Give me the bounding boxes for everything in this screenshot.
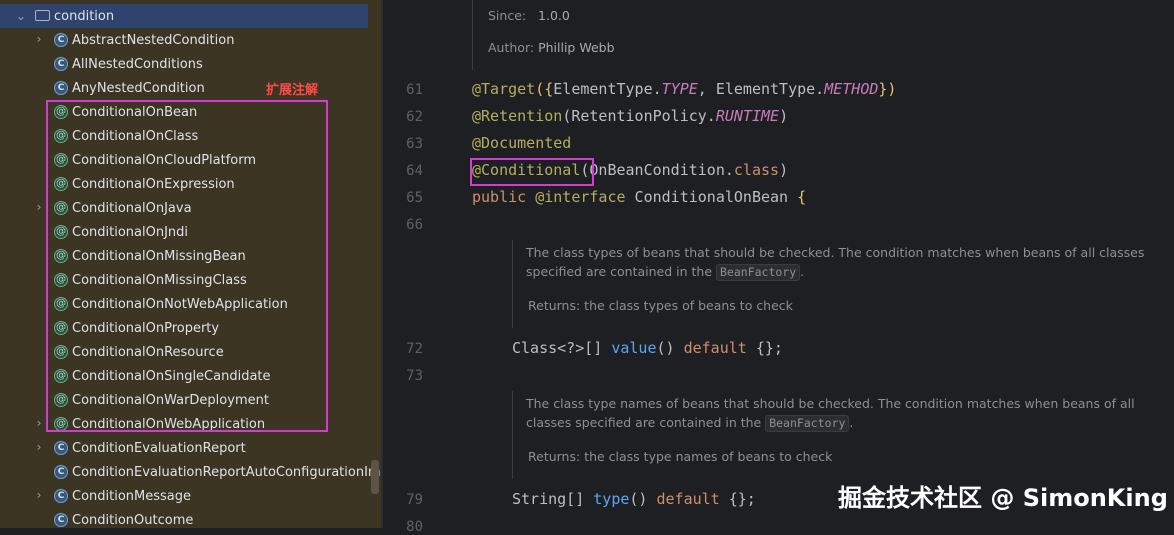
tree-folder-condition[interactable]: ⌄ condition [0, 4, 368, 28]
watermark: 掘金技术社区 @ SimonKing [838, 484, 1168, 512]
tree-item-label: ConditionEvaluationReportAutoConfigurati… [72, 464, 381, 480]
doc-value-returns: Returns: the class types of beans to che… [528, 298, 793, 313]
line-number: 64 [406, 163, 423, 179]
doc-author: Author: Phillip Webb [488, 40, 615, 55]
tree-item-label: AllNestedConditions [72, 56, 203, 72]
line-number: 80 [406, 519, 423, 535]
tree-item[interactable]: C ConditionOutcome [0, 508, 370, 528]
line-number: 66 [406, 217, 423, 233]
beanfactory-link[interactable]: BeanFactory [716, 264, 801, 281]
tree-item-label: ConditionOutcome [72, 512, 194, 528]
line-number: 61 [406, 82, 423, 98]
tree-item-label: ConditionMessage [72, 488, 192, 504]
doc-value-line1: The class types of beans that should be … [526, 245, 1145, 260]
chevron-right-icon[interactable]: › [34, 201, 44, 213]
chevron-right-icon[interactable]: › [34, 489, 44, 501]
folder-icon [35, 10, 50, 21]
annotation-highlight-box [46, 100, 328, 432]
doc-block-header [472, 0, 473, 70]
tree-item[interactable]: C AllNestedConditions [0, 52, 370, 76]
code-editor[interactable]: Since: 1.0.0 Author: Phillip Webb 61 62 … [383, 0, 1174, 535]
class-icon: C [54, 57, 68, 71]
line-number: 72 [406, 341, 423, 357]
tree-item[interactable]: › C AbstractNestedCondition [0, 28, 370, 52]
line-number: 65 [406, 190, 423, 206]
code-line-63: @Documented [472, 134, 572, 152]
code-line-62: @Retention(RetentionPolicy.RUNTIME) [472, 107, 789, 125]
code-line-61: @Target({ElementType.TYPE, ElementType.M… [472, 80, 897, 98]
tree-item-label: ConditionEvaluationReport [72, 440, 246, 456]
chevron-right-icon[interactable]: › [34, 441, 44, 453]
conditional-highlight-box [470, 158, 594, 186]
doc-type-line2: classes specified are contained in the B… [526, 415, 854, 432]
class-icon: C [54, 441, 68, 455]
tree-item-label: AbstractNestedCondition [72, 32, 235, 48]
chevron-down-icon[interactable]: ⌄ [16, 10, 26, 22]
beanfactory-link[interactable]: BeanFactory [765, 415, 850, 432]
tree-item-label: AnyNestedCondition [72, 80, 205, 96]
tree-item[interactable]: › C ConditionEvaluationReport [0, 436, 370, 460]
line-number: 79 [406, 492, 423, 508]
line-number: 62 [406, 109, 423, 125]
chevron-right-icon[interactable]: › [34, 33, 44, 45]
line-number: 73 [406, 368, 423, 384]
class-icon: C [54, 33, 68, 47]
doc-type-returns: Returns: the class type names of beans t… [528, 449, 833, 464]
tree-item[interactable]: › C ConditionMessage [0, 484, 370, 508]
doc-block-value [512, 240, 513, 328]
doc-type-line1: The class type names of beans that shoul… [526, 396, 1135, 411]
class-icon: C [54, 81, 68, 95]
tree-item[interactable]: C ConditionEvaluationReportAutoConfigurat… [0, 460, 381, 484]
code-line-72: Class<?>[] value() default {}; [512, 339, 783, 357]
annotation-note: 扩展注解 [266, 83, 319, 98]
tree-scrollbar[interactable] [371, 460, 379, 494]
class-icon: C [54, 489, 68, 503]
tree-folder-label: condition [54, 8, 115, 24]
chevron-right-icon[interactable]: › [34, 417, 44, 429]
line-number: 63 [406, 136, 423, 152]
doc-block-type [512, 391, 513, 479]
code-line-79: String[] type() default {}; [512, 490, 756, 508]
doc-since: Since: 1.0.0 [488, 8, 570, 23]
code-line-65: public @interface ConditionalOnBean { [472, 188, 807, 206]
class-icon: C [54, 513, 68, 527]
doc-value-line2: specified are contained in the BeanFacto… [526, 264, 805, 281]
class-icon: C [54, 465, 68, 479]
